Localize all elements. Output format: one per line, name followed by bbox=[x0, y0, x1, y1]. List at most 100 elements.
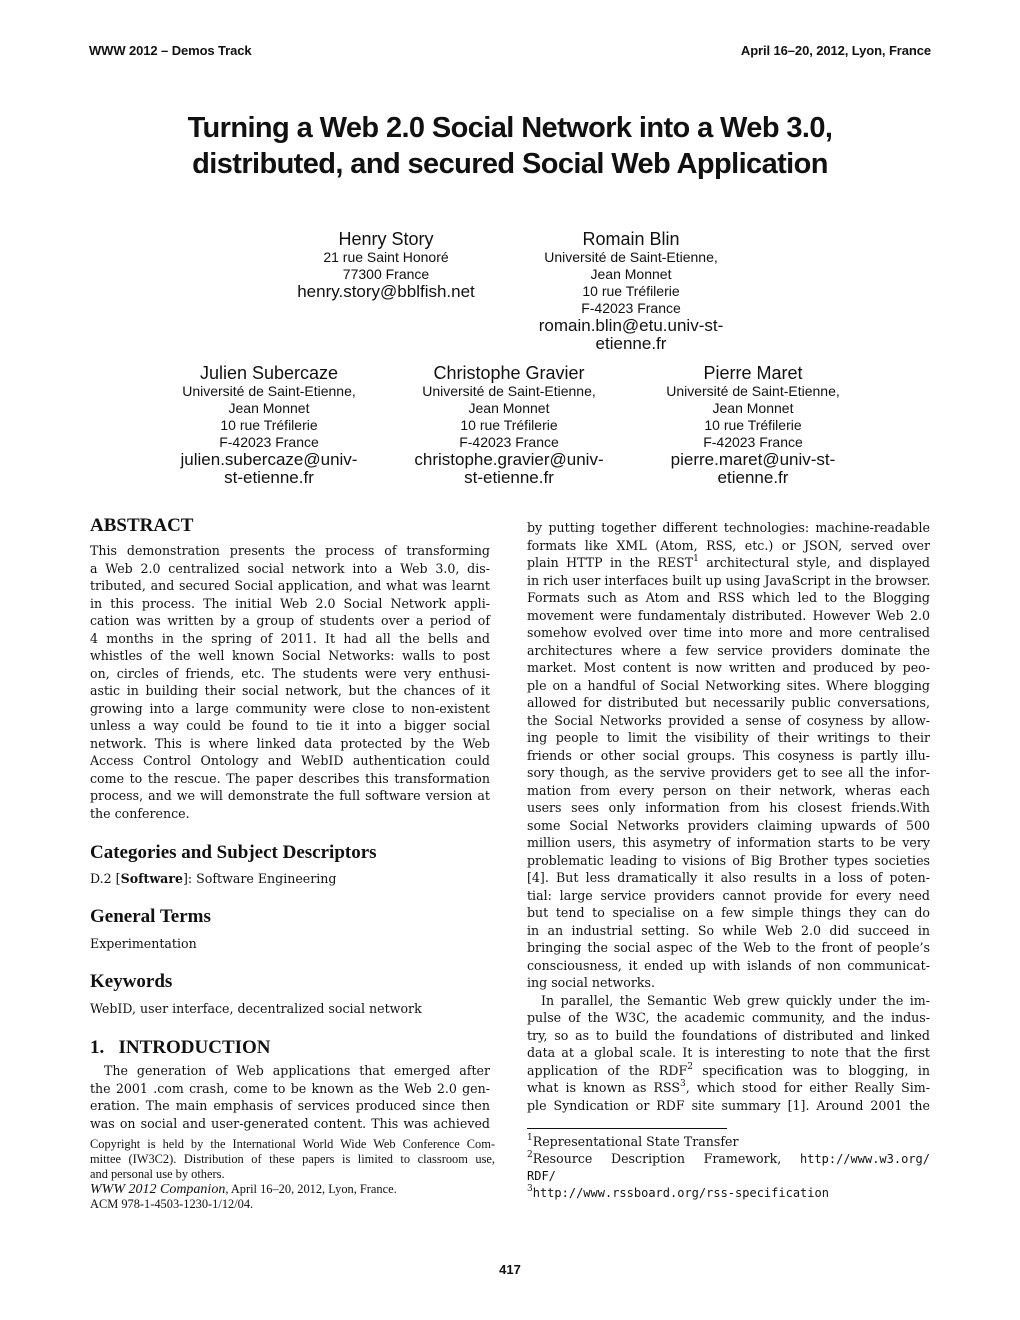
author-email-continued[interactable]: st-etienne.fr bbox=[149, 469, 389, 487]
author-block: Henry Story 21 rue Saint Honoré 77300 Fr… bbox=[266, 229, 506, 301]
author-affiliation-line: Université de Saint-Etienne, bbox=[666, 383, 840, 399]
footnote-2: 2Resource Description Framework, http://… bbox=[527, 1150, 930, 1167]
intro-line: some Social Networks providers claiming … bbox=[527, 817, 930, 833]
author-affiliation-line: 77300 France bbox=[342, 266, 430, 282]
categories-text: D.2 [Software]: Software Engineering bbox=[90, 870, 336, 887]
abstract-line: 4 months in the spring of 2011. It had a… bbox=[90, 630, 490, 646]
intro-text: architectural style, and displayed bbox=[698, 555, 930, 570]
author-block: Romain Blin Université de Saint-Etienne,… bbox=[511, 229, 751, 353]
introduction-heading: 1. INTRODUCTION bbox=[90, 1037, 271, 1058]
paper-page: WWW 2012 – Demos Track April 16–20, 2012… bbox=[0, 0, 1020, 1320]
author-affiliation-line: 10 rue Tréfilerie bbox=[220, 417, 318, 433]
acm-line: ACM 978-1-4503-1230-1/12/04. bbox=[90, 1197, 254, 1211]
intro-text: application of the RDF bbox=[527, 1062, 688, 1078]
author-email[interactable]: henry.story@bblfish.net bbox=[266, 283, 506, 301]
intro-line: In parallel, the Semantic Web grew quick… bbox=[541, 992, 930, 1008]
companion-line: WWW 2012 Companion, April 16–20, 2012, L… bbox=[90, 1182, 495, 1197]
author-email[interactable]: christophe.gravier@univ- bbox=[389, 451, 629, 469]
intro-text: plain HTTP in the REST bbox=[527, 555, 694, 570]
intro-line: but tend to specialise on a few simple t… bbox=[527, 905, 930, 920]
abstract-line: growing into a large community were clos… bbox=[90, 700, 490, 716]
intro-line: application of the RDF2 specification wa… bbox=[527, 1062, 930, 1080]
author-name: Pierre Maret bbox=[703, 363, 803, 383]
footnotes: 1Representational State Transfer 2Resour… bbox=[527, 1133, 930, 1201]
abstract-line: tributed, and secured Social application… bbox=[90, 578, 490, 593]
author-email-continued[interactable]: etienne.fr bbox=[511, 335, 751, 353]
companion-title: WWW 2012 Companion bbox=[90, 1182, 226, 1197]
intro-line: pulse of the W3C, the academic community… bbox=[527, 1010, 930, 1025]
introduction-left-body: The generation of Web applications that … bbox=[90, 1062, 490, 1132]
footnote-divider bbox=[527, 1128, 727, 1129]
abstract-body: This demonstration presents the process … bbox=[90, 542, 490, 822]
abstract-line: in this process. The initial Web 2.0 Soc… bbox=[90, 595, 490, 611]
intro-line: what is known as RSS3, which stood for e… bbox=[527, 1079, 930, 1097]
intro-line: problematic leading to visions of Big Br… bbox=[527, 852, 930, 868]
intro-text: specification was to blogging, in bbox=[692, 1062, 930, 1078]
intro-line: the 2001 .com crash, come to be known as… bbox=[90, 1080, 490, 1096]
intro-line: ing people to limit the visibility of th… bbox=[527, 730, 930, 745]
categories-suffix: ]: Software Engineering bbox=[182, 871, 337, 886]
author-block: Julien Subercaze Université de Saint-Eti… bbox=[149, 363, 389, 487]
intro-line: formats like XML (Atom, RSS, etc.) or JS… bbox=[527, 537, 930, 553]
intro-line: data at a global scale. It is interestin… bbox=[527, 1045, 930, 1060]
abstract-line: cation was written by a group of student… bbox=[90, 613, 490, 628]
keywords-text: WebID, user interface, decentralized soc… bbox=[90, 1001, 422, 1016]
author-email[interactable]: pierre.maret@univ-st- bbox=[633, 451, 873, 469]
intro-line: ple on a handful of Social Networking si… bbox=[527, 677, 930, 693]
footnote-url[interactable]: RDF/ bbox=[527, 1169, 556, 1183]
author-name: Julien Subercaze bbox=[199, 363, 339, 383]
author-block: Christophe Gravier Université de Saint-E… bbox=[389, 363, 629, 487]
companion-details: , April 16–20, 2012, Lyon, France. bbox=[225, 1182, 397, 1196]
intro-line: The generation of Web applications that … bbox=[104, 1063, 490, 1078]
abstract-line: come to the rescue. The paper describes … bbox=[90, 770, 490, 786]
author-affiliation-line: 10 rue Tréfilerie bbox=[704, 417, 802, 433]
author-email[interactable]: romain.blin@etu.univ-st- bbox=[511, 317, 751, 335]
intro-line: users sees only information from his clo… bbox=[527, 800, 930, 815]
author-affiliation-line: 10 rue Tréfilerie bbox=[460, 417, 558, 433]
author-affiliation-line: 21 rue Saint Honoré bbox=[323, 249, 449, 265]
intro-line: by putting together different technologi… bbox=[527, 520, 930, 535]
running-head-right: April 16–20, 2012, Lyon, France bbox=[740, 43, 931, 58]
intro-text: , which stood for either Really Sim- bbox=[685, 1080, 930, 1095]
author-affiliation-line: Jean Monnet bbox=[228, 400, 310, 416]
author-affiliation-line: Jean Monnet bbox=[468, 400, 550, 416]
author-affiliation-line: F-42023 France bbox=[459, 434, 559, 450]
intro-line: [4]. But less dramatically it also resul… bbox=[527, 870, 930, 885]
author-name: Romain Blin bbox=[582, 229, 680, 249]
intro-line: plain HTTP in the REST1 architectural st… bbox=[527, 554, 930, 572]
intro-text: what is known as RSS bbox=[527, 1080, 681, 1095]
general-terms-text: Experimentation bbox=[90, 936, 197, 951]
intro-line: try, so as to build the foundations of d… bbox=[527, 1027, 930, 1043]
intro-line: sory though, as the servive providers ge… bbox=[527, 765, 930, 780]
abstract-line: astic in building their social network, … bbox=[90, 683, 490, 698]
footnote-url[interactable]: http://www.rssboard.org/rss-specificatio… bbox=[533, 1186, 829, 1200]
author-email[interactable]: julien.subercaze@univ- bbox=[149, 451, 389, 469]
author-affiliation-line: F-42023 France bbox=[219, 434, 319, 450]
abstract-heading: ABSTRACT bbox=[90, 515, 194, 536]
author-email-continued[interactable]: etienne.fr bbox=[633, 469, 873, 487]
intro-line: movement were fundamentaly distributed. … bbox=[527, 607, 930, 623]
author-email-continued[interactable]: st-etienne.fr bbox=[389, 469, 629, 487]
footnote-text: Representational State Transfer bbox=[532, 1134, 739, 1149]
intro-line: allowed for distributed but necessarily … bbox=[527, 695, 930, 710]
intro-line: the Social Networks provided a sense of … bbox=[527, 712, 930, 728]
author-affiliation-line: Jean Monnet bbox=[590, 266, 672, 282]
intro-line: somehow evolved over time into more and … bbox=[527, 625, 930, 640]
author-affiliation-line: Université de Saint-Etienne, bbox=[544, 249, 718, 265]
general-terms-heading: General Terms bbox=[90, 906, 211, 927]
intro-line: ing social networks. bbox=[527, 975, 655, 990]
intro-line: bringing the social aspec of the Web to … bbox=[527, 940, 930, 955]
paper-title: Turning a Web 2.0 Social Network into a … bbox=[0, 110, 1020, 182]
abstract-line: process, and we will demonstrate the ful… bbox=[90, 788, 490, 803]
copyright-line: Copyright is held by the International W… bbox=[90, 1137, 495, 1151]
footnote-url[interactable]: http://www.w3.org/ bbox=[800, 1152, 930, 1166]
intro-line: in an industrial setting. So while Web 2… bbox=[527, 922, 930, 938]
title-line-1: Turning a Web 2.0 Social Network into a … bbox=[187, 112, 833, 144]
author-affiliation-line: F-42023 France bbox=[581, 300, 681, 316]
title-line-2: distributed, and secured Social Web Appl… bbox=[192, 148, 828, 180]
abstract-line: This demonstration presents the process … bbox=[90, 543, 490, 558]
introduction-right-body: by putting together different technologi… bbox=[527, 519, 930, 1114]
author-affiliation-line: Université de Saint-Etienne, bbox=[422, 383, 596, 399]
author-affiliation-line: Université de Saint-Etienne, bbox=[182, 383, 356, 399]
abstract-line: the conference. bbox=[90, 805, 190, 821]
